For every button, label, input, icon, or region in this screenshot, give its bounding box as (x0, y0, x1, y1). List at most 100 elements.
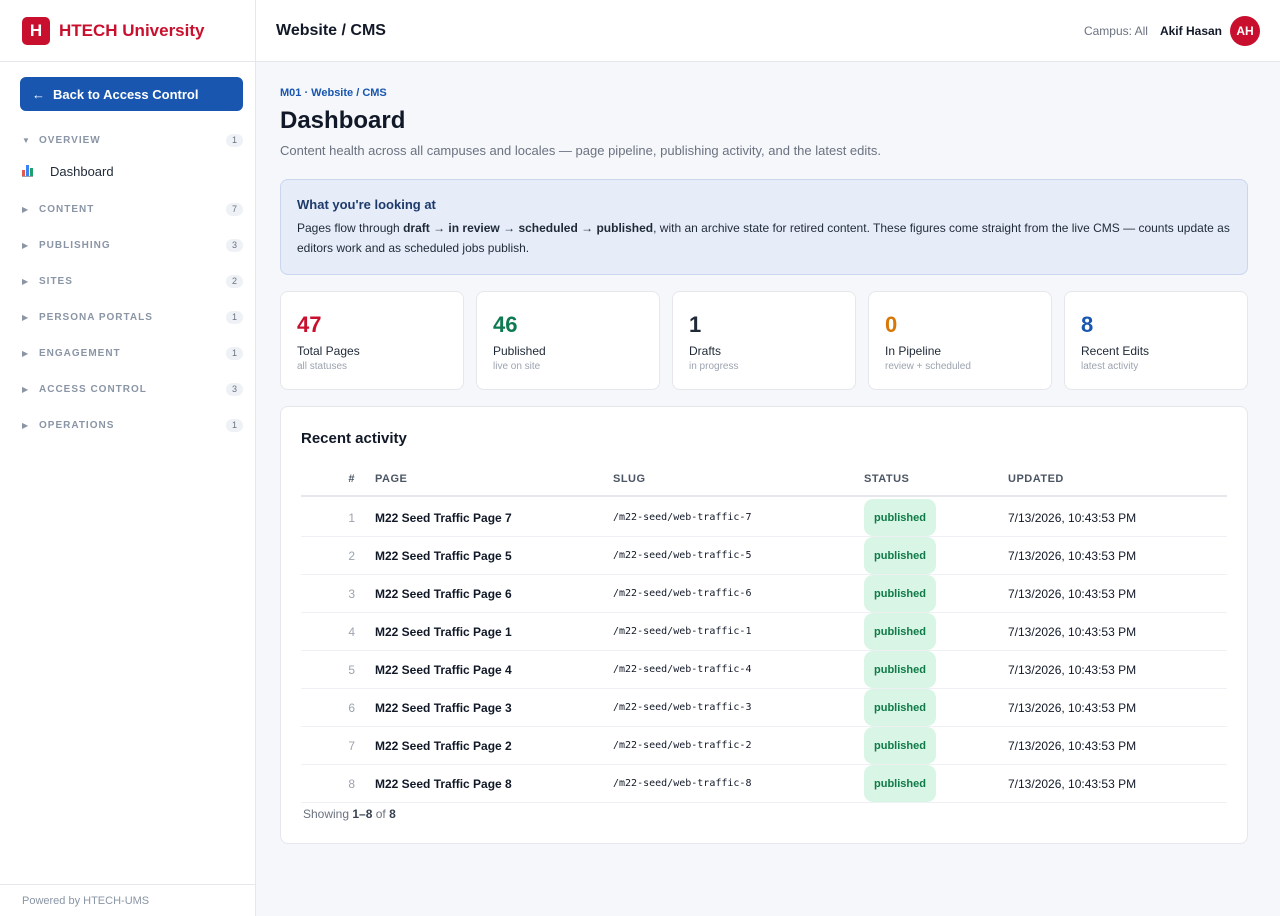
row-number: 8 (348, 776, 355, 791)
stat-label: Total Pages (297, 344, 360, 358)
module-title: Website / CMS (276, 21, 386, 39)
stat-sublabel: in progress (689, 361, 739, 372)
info-text: Pages flow through draft → in review → s… (297, 221, 1230, 255)
stat-sublabel: live on site (493, 361, 541, 372)
page-title-cell[interactable]: M22 Seed Traffic Page 8 (375, 765, 512, 802)
table-row[interactable]: 2 M22 Seed Traffic Page 5/m22-seed/web-tr… (301, 537, 1227, 575)
nav-group-count: 3 (226, 382, 243, 396)
card-title: Recent activity (301, 430, 407, 447)
updated-cell: 7/13/2026, 10:43:53 PM (1008, 510, 1137, 525)
nav-group-count: 1 (226, 310, 243, 324)
brand[interactable]: H HTECH University (0, 0, 255, 62)
table-row[interactable]: 1 M22 Seed Traffic Page 7/m22-seed/web-tr… (301, 499, 1227, 537)
page-title-cell[interactable]: M22 Seed Traffic Page 7 (375, 499, 512, 536)
header-right: Campus: All Akif Hasan AH (1084, 15, 1260, 46)
caret-down-icon: ▼ (22, 135, 31, 145)
status-badge: published (864, 765, 936, 802)
table-row[interactable]: 3 M22 Seed Traffic Page 6/m22-seed/web-tr… (301, 575, 1227, 613)
caret-right-icon: ▶ (22, 240, 30, 250)
avatar[interactable]: AH (1230, 15, 1260, 46)
status-badge: published (864, 727, 936, 764)
stat-value: 46 (493, 312, 518, 337)
back-to-access-control-button[interactable]: ← Back to Access Control (20, 77, 243, 111)
recent-activity-card: Recent activity # PAGE SLUG STATUS UPDAT… (280, 406, 1248, 844)
caret-right-icon: ▶ (22, 420, 30, 430)
page-title: Dashboard (280, 107, 406, 134)
row-number: 3 (348, 586, 355, 601)
status-badge: published (864, 613, 936, 650)
slug-cell: /m22-seed/web-traffic-5 (613, 550, 752, 561)
table-row[interactable]: 7 M22 Seed Traffic Page 2/m22-seed/web-tr… (301, 727, 1227, 765)
stat-sublabel: latest activity (1081, 361, 1139, 372)
sidebar-item-dashboard[interactable]: Dashboard (22, 159, 243, 183)
nav-group-content[interactable]: ▶ CONTENT 7 (22, 198, 243, 220)
table-row[interactable]: 6 M22 Seed Traffic Page 3/m22-seed/web-tr… (301, 689, 1227, 727)
table-footer: Showing 1–8 of 8 (303, 807, 396, 821)
stat-card-published: 46 Published live on site (476, 291, 660, 390)
stat-value: 0 (885, 312, 898, 337)
page-title-cell[interactable]: M22 Seed Traffic Page 3 (375, 689, 512, 726)
col-updated-header[interactable]: UPDATED (1008, 463, 1064, 495)
sidebar-footer: Powered by HTECH-UMS (0, 884, 256, 916)
table-row[interactable]: 5 M22 Seed Traffic Page 4/m22-seed/web-tr… (301, 651, 1227, 689)
nav-group-engagement[interactable]: ▶ ENGAGEMENT 1 (22, 342, 243, 364)
col-page-header[interactable]: PAGE (375, 463, 407, 495)
slug-cell: /m22-seed/web-traffic-1 (613, 626, 752, 637)
arrow-left-icon: ← (32, 86, 45, 102)
row-number: 1 (348, 510, 355, 525)
nav-group-persona-portals[interactable]: ▶ PERSONA PORTALS 1 (22, 306, 243, 328)
stat-label: Published (493, 344, 546, 358)
row-number: 7 (348, 738, 355, 753)
status-badge: published (864, 689, 936, 726)
stat-card-in-pipeline: 0 In Pipeline review + scheduled (868, 291, 1052, 390)
updated-cell: 7/13/2026, 10:43:53 PM (1008, 548, 1137, 563)
slug-cell: /m22-seed/web-traffic-6 (613, 588, 752, 599)
table-row[interactable]: 4 M22 Seed Traffic Page 1/m22-seed/web-tr… (301, 613, 1227, 651)
user-name[interactable]: Akif Hasan (1160, 24, 1222, 38)
row-number: 2 (348, 548, 355, 563)
col-slug-header[interactable]: SLUG (613, 463, 646, 495)
nav-group-label: PUBLISHING (39, 239, 111, 251)
nav-group-count: 1 (226, 418, 243, 432)
page-title-cell[interactable]: M22 Seed Traffic Page 1 (375, 613, 512, 650)
col-num-header[interactable]: # (321, 463, 355, 495)
slug-cell: /m22-seed/web-traffic-4 (613, 664, 752, 675)
nav-group-publishing[interactable]: ▶ PUBLISHING 3 (22, 234, 243, 256)
caret-right-icon: ▶ (22, 276, 30, 286)
caret-right-icon: ▶ (22, 348, 30, 358)
nav-group-access-control[interactable]: ▶ ACCESS CONTROL 3 (22, 378, 243, 400)
stat-label: In Pipeline (885, 344, 942, 358)
nav-group-operations[interactable]: ▶ OPERATIONS 1 (22, 414, 243, 436)
nav-group-sites[interactable]: ▶ SITES 2 (22, 270, 243, 292)
page-title-cell[interactable]: M22 Seed Traffic Page 5 (375, 537, 512, 574)
nav-group-label: SITES (39, 275, 73, 287)
page-title-cell[interactable]: M22 Seed Traffic Page 4 (375, 651, 512, 688)
nav-group-count: 7 (226, 202, 243, 216)
updated-cell: 7/13/2026, 10:43:53 PM (1008, 700, 1137, 715)
nav-group-label: CONTENT (39, 203, 95, 215)
page-title-cell[interactable]: M22 Seed Traffic Page 2 (375, 727, 512, 764)
row-number: 6 (348, 700, 355, 715)
brand-logo: H (22, 16, 50, 45)
updated-cell: 7/13/2026, 10:43:53 PM (1008, 738, 1137, 753)
stat-value: 1 (689, 312, 702, 337)
nav-group-overview[interactable]: ▼ OVERVIEW 1 (22, 129, 243, 151)
page-title-cell[interactable]: M22 Seed Traffic Page 6 (375, 575, 512, 612)
campus-selector[interactable]: Campus: All (1084, 24, 1148, 38)
nav-group-label: ENGAGEMENT (39, 347, 121, 359)
caret-right-icon: ▶ (22, 312, 30, 322)
stat-sublabel: review + scheduled (885, 361, 971, 372)
col-status-header[interactable]: STATUS (864, 463, 909, 495)
stat-value: 8 (1081, 312, 1094, 337)
stat-card-recent-edits: 8 Recent Edits latest activity (1064, 291, 1248, 390)
updated-cell: 7/13/2026, 10:43:53 PM (1008, 586, 1137, 601)
updated-cell: 7/13/2026, 10:43:53 PM (1008, 662, 1137, 677)
stat-label: Recent Edits (1081, 344, 1150, 358)
slug-cell: /m22-seed/web-traffic-7 (613, 512, 752, 523)
sidebar-item-label: Dashboard (50, 163, 114, 179)
info-heading: What you're looking at (297, 197, 436, 212)
stat-label: Drafts (689, 344, 722, 358)
table-row[interactable]: 8 M22 Seed Traffic Page 8/m22-seed/web-tr… (301, 765, 1227, 803)
status-badge: published (864, 499, 936, 536)
row-number: 4 (348, 624, 355, 639)
